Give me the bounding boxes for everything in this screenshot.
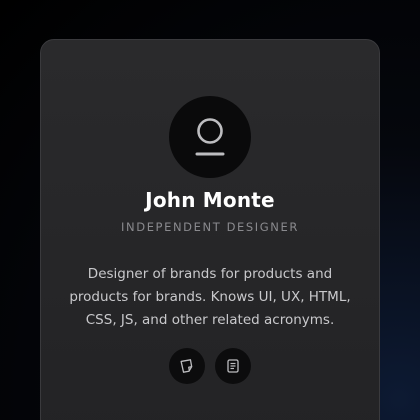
user-icon (195, 118, 225, 156)
document-icon (227, 359, 239, 373)
social-links (41, 348, 379, 384)
profile-card: John Monte INDEPENDENT DESIGNER Designer… (40, 39, 380, 420)
profile-role: INDEPENDENT DESIGNER (121, 220, 299, 234)
profile-name: John Monte (145, 188, 275, 212)
note-button[interactable] (169, 348, 205, 384)
profile-bio: Designer of brands for products and prod… (69, 266, 351, 328)
note-icon (180, 359, 193, 373)
document-button[interactable] (215, 348, 251, 384)
avatar (169, 96, 251, 178)
